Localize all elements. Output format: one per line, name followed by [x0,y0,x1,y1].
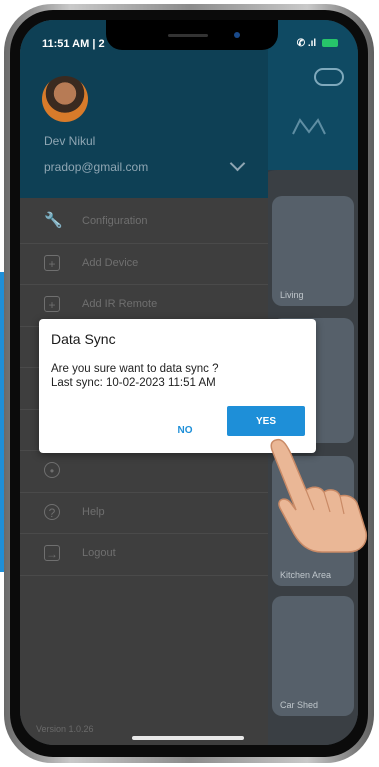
room-card[interactable]: Car Shed [272,596,354,716]
speaker-grille [168,34,208,37]
menu-item-configuration[interactable]: 🔧 Configuration [20,202,268,244]
status-time: 11:51 AM | 2 [42,38,105,50]
yes-button[interactable]: YES [227,406,305,436]
battery-icon [322,39,338,48]
menu-item-profile[interactable]: • [20,451,268,493]
user-name: Dev Nikul [44,134,96,148]
user-email: pradop@gmail.com [44,160,149,174]
avatar[interactable] [42,76,88,122]
menu-item-label: Configuration [82,215,148,227]
menu-item-logout[interactable]: → Logout [20,534,268,576]
cloud-icon[interactable] [314,68,344,86]
status-bar: 11:51 AM | 2 ✆ .ıl [20,20,358,54]
room-card-label: Kitchen Area [280,570,332,580]
menu-item-label: Add IR Remote [82,298,158,310]
menu-item-label: Help [82,505,105,518]
dialog-last-sync: Last sync: 10-02-2023 11:51 AM [51,377,216,389]
chevron-down-icon[interactable] [229,155,246,172]
plus-square-icon: + [44,254,60,271]
home-indicator[interactable] [132,736,244,740]
app-version: Version 1.0.26 [36,724,94,734]
menu-item-label: Add Device [82,256,139,269]
app-logo [292,118,326,135]
menu-item-help[interactable]: ? Help [20,493,268,534]
camera-icon [234,32,240,38]
dialog-message: Are you sure want to data sync ? Last sy… [51,362,218,390]
logout-icon: → [44,545,60,561]
pointing-hand-icon [270,438,368,553]
plus-square-icon: + [44,296,60,312]
user-icon: • [44,462,60,478]
dialog-title: Data Sync [51,331,116,347]
room-card-label: Car Shed [280,700,319,710]
menu-item-add-device[interactable]: + Add Device [20,244,268,285]
menu-item-label: Logout [82,547,116,559]
dialog-message-line: Are you sure want to data sync ? [51,363,219,375]
wrench-icon: 🔧 [44,212,63,229]
room-card-label: Living [280,290,304,300]
no-button[interactable]: NO [170,425,200,436]
room-card[interactable]: Living [272,196,354,306]
camera-notch [106,20,278,50]
data-sync-dialog: Data Sync Are you sure want to data sync… [39,319,316,453]
status-icons: ✆ .ıl [297,38,338,49]
signal-icon: ✆ .ıl [296,38,317,49]
help-icon: ? [44,503,60,520]
